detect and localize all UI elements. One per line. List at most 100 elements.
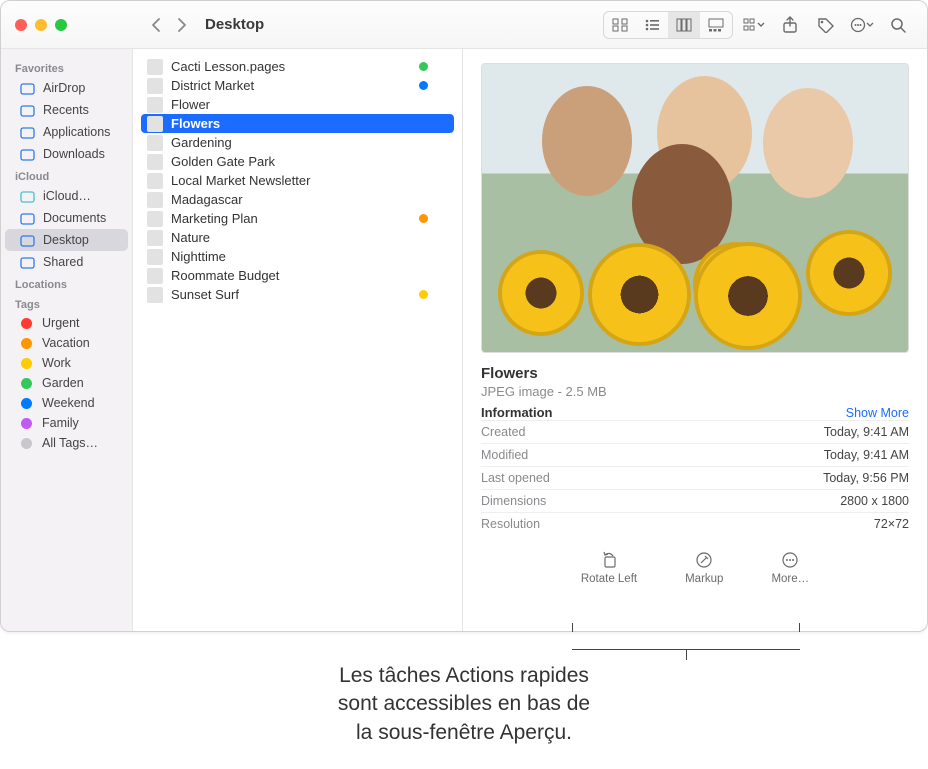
sidebar-item-label: Weekend xyxy=(42,396,95,410)
file-tag-dot-icon xyxy=(419,214,428,223)
file-icon xyxy=(147,116,163,132)
sidebar-item-tag-work[interactable]: Work xyxy=(5,353,128,373)
file-icon xyxy=(147,249,163,265)
sidebar-item-label: Recents xyxy=(43,103,89,117)
tag-dot-icon xyxy=(21,438,32,449)
quick-action-more[interactable]: More… xyxy=(771,551,809,585)
view-columns-button[interactable] xyxy=(668,12,700,38)
quick-action-rotate-left[interactable]: Rotate Left xyxy=(581,551,637,585)
sidebar-item-label: Garden xyxy=(42,376,84,390)
gallery-icon xyxy=(708,18,724,32)
tag-dot-icon xyxy=(21,378,32,389)
file-row-flower[interactable]: Flower xyxy=(141,95,454,114)
sidebar-item-tag-urgent[interactable]: Urgent xyxy=(5,313,128,333)
sidebar-item-downloads[interactable]: Downloads xyxy=(5,143,128,165)
close-window-button[interactable] xyxy=(15,19,27,31)
file-row-cacti[interactable]: Cacti Lesson.pages xyxy=(141,57,454,76)
file-row-ggp[interactable]: Golden Gate Park xyxy=(141,152,454,171)
info-value: Today, 9:56 PM xyxy=(823,471,909,485)
view-switcher xyxy=(603,11,733,39)
downloads-icon xyxy=(19,146,35,162)
grid-icon xyxy=(612,18,628,32)
sidebar-item-documents[interactable]: Documents xyxy=(5,207,128,229)
file-name-label: Nature xyxy=(171,230,448,245)
search-icon xyxy=(890,17,906,33)
tag-dot-icon xyxy=(21,358,32,369)
sidebar-item-tag-garden[interactable]: Garden xyxy=(5,373,128,393)
share-button[interactable] xyxy=(775,12,805,38)
file-row-district[interactable]: District Market xyxy=(141,76,454,95)
file-row-newsletter[interactable]: Local Market Newsletter xyxy=(141,171,454,190)
tag-dot-icon xyxy=(21,338,32,349)
file-row-gardening[interactable]: Gardening xyxy=(141,133,454,152)
sidebar: FavoritesAirDropRecentsApplicationsDownl… xyxy=(1,49,133,631)
sidebar-item-tag-all[interactable]: All Tags… xyxy=(5,433,128,453)
view-list-button[interactable] xyxy=(636,12,668,38)
file-row-nighttime[interactable]: Nighttime xyxy=(141,247,454,266)
sidebar-item-recents[interactable]: Recents xyxy=(5,99,128,121)
sidebar-item-label: Desktop xyxy=(43,233,89,247)
file-icon xyxy=(147,59,163,75)
sidebar-item-desktop[interactable]: Desktop xyxy=(5,229,128,251)
file-row-nature[interactable]: Nature xyxy=(141,228,454,247)
file-name-label: District Market xyxy=(171,78,411,93)
sidebar-item-label: Applications xyxy=(43,125,110,139)
file-row-sunset[interactable]: Sunset Surf xyxy=(141,285,454,304)
tag-dot-icon xyxy=(21,398,32,409)
tags-button[interactable] xyxy=(811,12,841,38)
sidebar-item-tag-vacation[interactable]: Vacation xyxy=(5,333,128,353)
share-icon xyxy=(782,16,798,34)
columns-icon xyxy=(676,18,692,32)
actions-button[interactable] xyxy=(847,12,877,38)
sidebar-item-label: All Tags… xyxy=(42,436,98,450)
nav-back-button[interactable] xyxy=(151,17,162,33)
clock-icon xyxy=(19,102,35,118)
sidebar-item-label: Urgent xyxy=(42,316,80,330)
apps-icon xyxy=(19,124,35,140)
view-gallery-button[interactable] xyxy=(700,12,732,38)
info-row: CreatedToday, 9:41 AM xyxy=(481,420,909,443)
file-row-marketing[interactable]: Marketing Plan xyxy=(141,209,454,228)
sidebar-item-applications[interactable]: Applications xyxy=(5,121,128,143)
file-name-label: Marketing Plan xyxy=(171,211,411,226)
file-name-label: Golden Gate Park xyxy=(171,154,448,169)
quick-action-label: Rotate Left xyxy=(581,573,637,585)
sidebar-item-shared[interactable]: Shared xyxy=(5,251,128,273)
file-row-madagascar[interactable]: Madagascar xyxy=(141,190,454,209)
info-key: Created xyxy=(481,425,525,439)
file-row-flowers[interactable]: Flowers xyxy=(141,114,454,133)
file-row-roommate[interactable]: Roommate Budget xyxy=(141,266,454,285)
sidebar-item-icloud-drive[interactable]: iCloud… xyxy=(5,185,128,207)
preview-title: Flowers xyxy=(481,365,909,382)
file-icon xyxy=(147,135,163,151)
quick-action-label: More… xyxy=(771,573,809,585)
tag-dot-icon xyxy=(21,318,32,329)
zoom-window-button[interactable] xyxy=(55,19,67,31)
nav-forward-button[interactable] xyxy=(176,17,187,33)
file-icon xyxy=(147,154,163,170)
file-icon xyxy=(147,287,163,303)
quick-action-label: Markup xyxy=(685,573,723,585)
search-button[interactable] xyxy=(883,12,913,38)
sidebar-item-tag-family[interactable]: Family xyxy=(5,413,128,433)
view-icons-button[interactable] xyxy=(604,12,636,38)
file-name-label: Madagascar xyxy=(171,192,448,207)
sidebar-item-airdrop[interactable]: AirDrop xyxy=(5,77,128,99)
file-name-label: Local Market Newsletter xyxy=(171,173,448,188)
tag-icon xyxy=(817,17,835,33)
sidebar-heading: Locations xyxy=(1,273,132,293)
doc-icon xyxy=(19,210,35,226)
sidebar-item-tag-weekend[interactable]: Weekend xyxy=(5,393,128,413)
info-row: ModifiedToday, 9:41 AM xyxy=(481,443,909,466)
preview-show-more-link[interactable]: Show More xyxy=(846,406,909,420)
quick-action-markup[interactable]: Markup xyxy=(685,551,723,585)
preview-pane: Flowers JPEG image - 2.5 MB Information … xyxy=(463,49,927,631)
desktop-icon xyxy=(19,232,35,248)
sidebar-item-label: Family xyxy=(42,416,79,430)
window-controls xyxy=(1,19,133,31)
window-title: Desktop xyxy=(205,16,264,33)
group-by-button[interactable] xyxy=(739,12,769,38)
minimize-window-button[interactable] xyxy=(35,19,47,31)
airdrop-icon xyxy=(19,80,35,96)
titlebar: Desktop xyxy=(1,1,927,49)
